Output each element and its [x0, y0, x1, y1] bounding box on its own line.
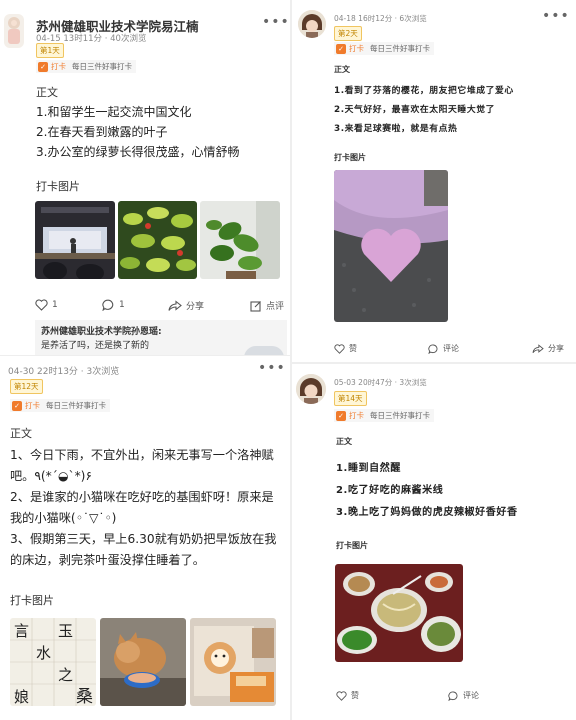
day-badge: 第12天 — [10, 379, 43, 394]
checkin-icon: ✓ — [336, 43, 346, 54]
day-badge: 第2天 — [334, 26, 362, 41]
floating-bubble — [244, 346, 284, 356]
post-card-3: 04-30 22时13分 · 3次浏览 ••• 第12天 ✓ 打卡 每日三件好事… — [0, 356, 290, 720]
body-line: 3.办公室的绿萝长得很茂盛，心情舒畅 — [36, 145, 240, 159]
section-body-title: 正文 — [36, 86, 58, 99]
checkin-tag[interactable]: ✓ 打卡 每日三件好事打卡 — [36, 60, 136, 73]
photo-classroom[interactable] — [35, 201, 115, 279]
review-button[interactable]: 点评 — [250, 299, 284, 312]
comment-label: 评论 — [463, 691, 479, 700]
svg-text:桑: 桑 — [76, 687, 93, 706]
section-body-title: 正文 — [336, 437, 352, 446]
heart-icon — [35, 299, 48, 311]
photo-calligraphy[interactable]: 言水之桑 娘 玉 — [10, 618, 96, 706]
share-label: 分享 — [548, 344, 564, 353]
comment-icon — [102, 299, 114, 311]
body-paragraph: 1、今日下雨，不宜外出，闲来无事写一个洛神赋吧。٩(*´◒`*)۶ 2、是谁家的… — [10, 448, 277, 567]
section-body-title: 正文 — [10, 427, 32, 440]
comment-label: 评论 — [443, 344, 459, 353]
post-meta: 04-30 22时13分 · 3次浏览 — [8, 367, 120, 377]
post-card-1: 苏州健雄职业技术学院易江楠 04-15 13时11分 · 40次浏览 ••• 第… — [0, 0, 290, 356]
like-label: 赞 — [351, 691, 359, 700]
tag-label: 打卡 — [349, 411, 364, 420]
tag-name: 每日三件好事打卡 — [46, 401, 106, 410]
like-label: 赞 — [349, 344, 357, 353]
post-meta: 04-18 16时12分 · 6次浏览 — [334, 14, 427, 23]
checkin-icon: ✓ — [38, 61, 48, 72]
checkin-icon: ✓ — [336, 410, 346, 421]
checkin-tag[interactable]: ✓ 打卡 每日三件好事打卡 — [334, 409, 434, 422]
svg-text:娘: 娘 — [14, 688, 29, 706]
checkin-tag[interactable]: ✓ 打卡 每日三件好事打卡 — [10, 399, 110, 412]
tag-label: 打卡 — [51, 62, 66, 71]
post-card-2: 04-18 16时12分 · 6次浏览 ••• 第2天 ✓ 打卡 每日三件好事打… — [292, 0, 576, 362]
photo-pothos[interactable] — [200, 201, 280, 279]
avatar[interactable] — [298, 10, 326, 38]
day-badge: 第14天 — [334, 391, 367, 406]
body-line: 3.来看足球赛啦，就是有点热 — [334, 124, 458, 134]
comment-button[interactable]: 评论 — [448, 690, 479, 701]
share-icon — [168, 299, 182, 311]
body-line: 1.看到了芬落的樱花，朋友把它堆成了爱心 — [334, 86, 514, 96]
tag-label: 打卡 — [349, 44, 364, 53]
photo-dinner[interactable] — [335, 564, 463, 662]
photo-breakfast[interactable] — [190, 618, 276, 706]
checkin-tag[interactable]: ✓ 打卡 每日三件好事打卡 — [334, 42, 434, 55]
more-options-icon[interactable]: ••• — [542, 8, 570, 24]
comment-icon — [428, 344, 438, 354]
like-button[interactable]: 赞 — [336, 690, 359, 701]
post-card-4: 05-03 20时47分 · 3次浏览 第14天 ✓ 打卡 每日三件好事打卡 正… — [292, 364, 576, 720]
comment-button[interactable]: 1 — [102, 299, 125, 311]
section-photos-title: 打卡图片 — [334, 153, 366, 162]
body-line: 1.睡到自然醒 — [336, 463, 401, 474]
section-photos-title: 打卡图片 — [36, 180, 80, 193]
more-options-icon[interactable]: ••• — [258, 360, 286, 376]
tag-name: 每日三件好事打卡 — [72, 62, 132, 71]
reply-text: 是养活了吗，还是换了新的 — [41, 341, 150, 351]
reply-author[interactable]: 苏州健雄职业技术学院孙恩瑶: — [41, 324, 281, 337]
avatar[interactable] — [296, 374, 326, 404]
tag-name: 每日三件好事打卡 — [370, 411, 430, 420]
heart-icon — [334, 343, 345, 354]
share-button[interactable]: 分享 — [168, 299, 204, 312]
section-photos-title: 打卡图片 — [10, 594, 54, 607]
svg-text:水: 水 — [36, 644, 51, 662]
body-line: 2.在春天看到嫩露的叶子 — [36, 125, 168, 139]
photo-petal-heart[interactable] — [334, 170, 448, 322]
body-line: 3.晚上吃了妈妈做的虎皮辣椒好香好香 — [336, 507, 518, 518]
svg-text:玉: 玉 — [58, 622, 73, 640]
like-button[interactable]: 1 — [35, 299, 58, 311]
photo-leaves[interactable] — [118, 201, 197, 279]
comment-icon — [448, 691, 458, 701]
day-badge: 第1天 — [36, 43, 64, 58]
heart-icon — [336, 690, 347, 701]
svg-text:之: 之 — [58, 666, 73, 684]
edit-icon — [250, 300, 261, 312]
body-line: 1.和留学生一起交流中国文化 — [36, 105, 192, 119]
comment-count: 1 — [119, 300, 125, 310]
section-body-title: 正文 — [334, 65, 350, 74]
tag-label: 打卡 — [25, 401, 40, 410]
more-options-icon[interactable]: ••• — [262, 14, 290, 30]
review-label: 点评 — [266, 302, 285, 312]
share-icon — [532, 343, 544, 353]
like-button[interactable]: 赞 — [334, 343, 357, 354]
section-photos-title: 打卡图片 — [336, 541, 368, 550]
photo-cat[interactable] — [100, 618, 186, 706]
body-line: 2.吃了好吃的麻酱米线 — [336, 485, 444, 496]
body-line: 2.天气好好，最喜欢在太阳天睡大觉了 — [334, 105, 496, 115]
like-count: 1 — [52, 300, 58, 310]
comment-button[interactable]: 评论 — [428, 343, 459, 354]
post-meta: 05-03 20时47分 · 3次浏览 — [334, 378, 427, 387]
share-button[interactable]: 分享 — [532, 343, 564, 354]
svg-text:言: 言 — [14, 622, 29, 640]
share-label: 分享 — [186, 302, 205, 312]
checkin-icon: ✓ — [12, 400, 22, 411]
avatar[interactable] — [4, 14, 24, 48]
tag-name: 每日三件好事打卡 — [370, 44, 430, 53]
